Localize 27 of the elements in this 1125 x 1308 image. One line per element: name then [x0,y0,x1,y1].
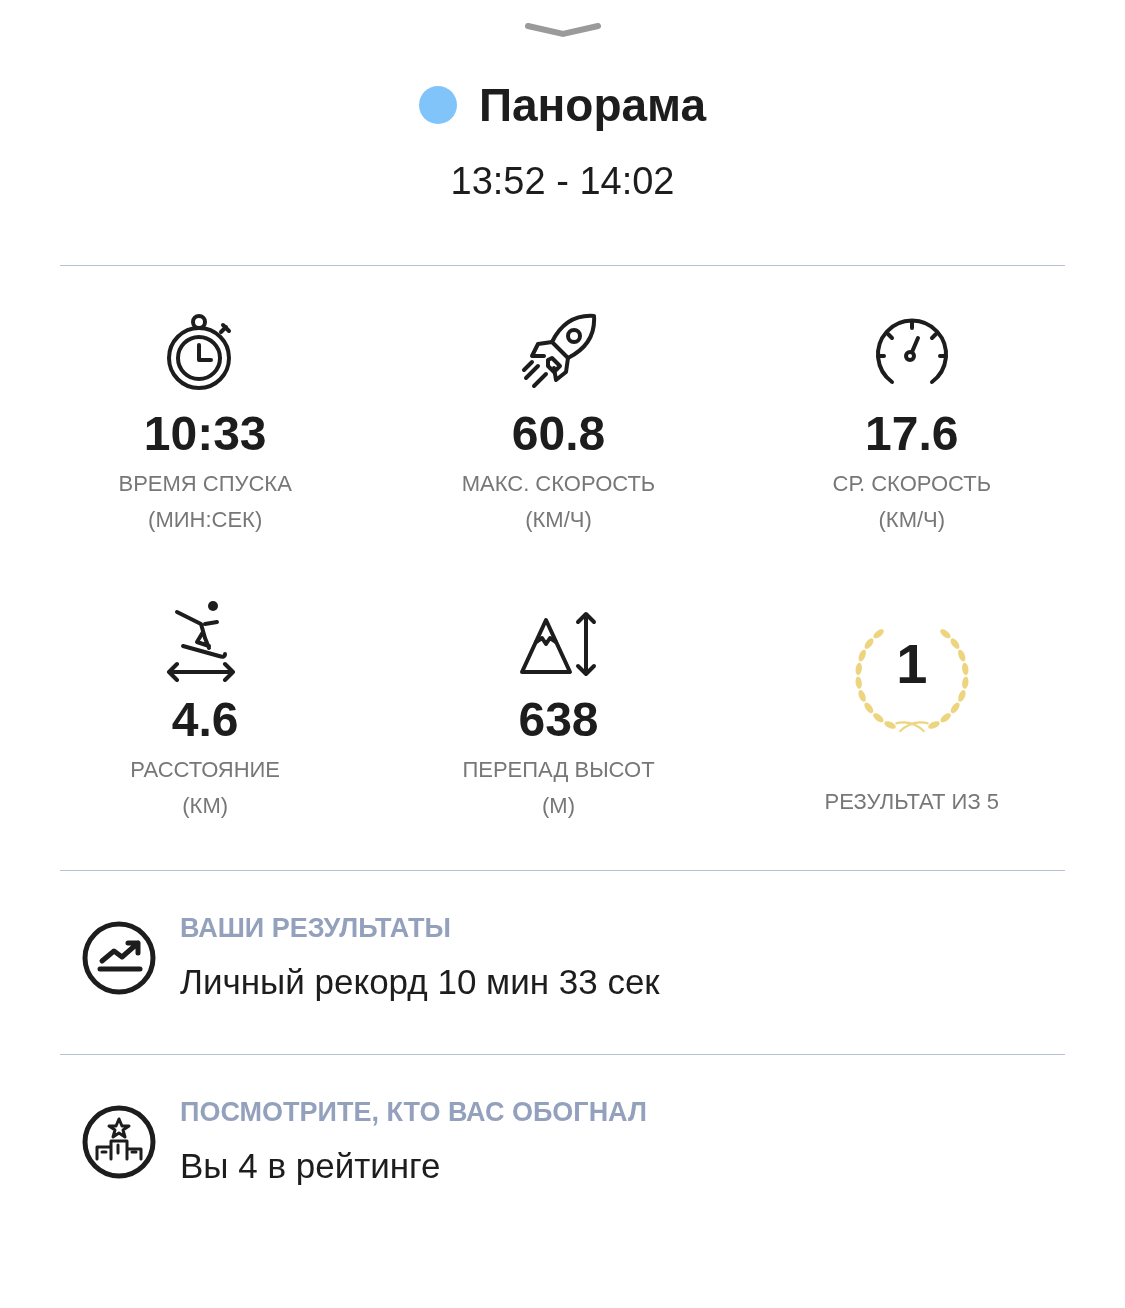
section-text[interactable]: Вы 4 в рейтинге [180,1146,647,1186]
stat-label: РЕЗУЛЬТАТ ИЗ 5 [824,788,1000,816]
run-title: Панорама [478,78,707,132]
rank-value: 1 [896,634,928,694]
stat-unit: (КМ/Ч) [525,506,592,534]
stat-value: 60.8 [511,406,606,462]
trend-chart-icon[interactable] [82,920,156,995]
stat-label: ВРЕМЯ СПУСКА [118,470,292,498]
time-range: 13:52 - 14:02 [450,160,675,203]
stat-label: РАССТОЯНИЕ [130,756,281,784]
stat-label: ПЕРЕПАД ВЫСОТ [462,756,655,784]
section-text[interactable]: Личный рекорд 10 мин 33 сек [180,962,660,1002]
stat-value: 17.6 [865,406,959,462]
podium-icon[interactable] [82,1104,156,1179]
stat-unit: (МИН:СЕК) [148,506,263,534]
stat-unit: (КМ/Ч) [878,506,946,534]
stat-value: 638 [518,692,599,748]
status-dot [418,86,457,124]
stat-label: МАКС. СКОРОСТЬ [461,470,656,498]
section-title: ВАШИ РЕЗУЛЬТАТЫ [180,913,452,944]
stat-value: 10:33 [143,406,267,462]
section-title: ПОСМОТРИТЕ, КТО ВАС ОБОГНАЛ [180,1097,647,1128]
stat-label: СР. СКОРОСТЬ [832,470,992,498]
chevron-icon[interactable] [524,22,601,38]
stat-unit: (М) [542,792,575,820]
stat-unit: (КМ) [182,792,229,820]
stat-value: 4.6 [171,692,239,748]
